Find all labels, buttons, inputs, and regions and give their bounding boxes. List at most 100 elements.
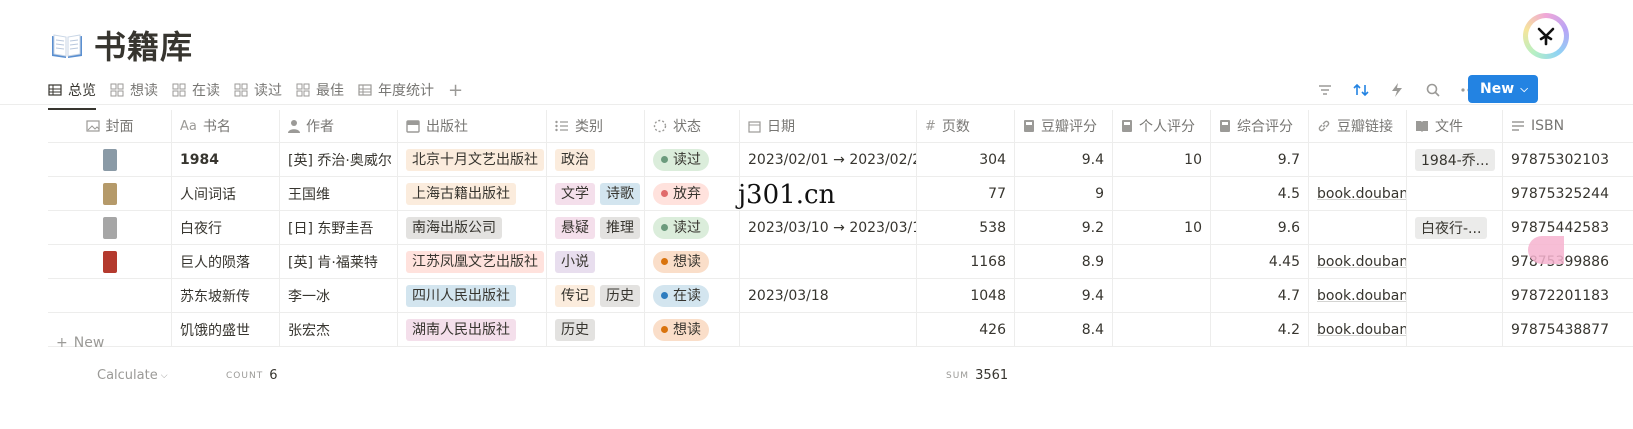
date-cell[interactable] [740,313,917,346]
sort-icon[interactable] [1352,81,1370,99]
category-tag[interactable]: 历史 [600,284,640,307]
book-cover-thumbnail[interactable] [102,182,117,205]
category-tag[interactable]: 悬疑 [555,216,595,239]
column-header-personal-score[interactable]: 个人评分 [1113,110,1211,142]
column-header-file[interactable]: 文件 [1407,110,1503,142]
category-tag[interactable]: 历史 [555,318,595,341]
isbn-cell[interactable]: 97875442583 [1503,211,1633,244]
column-header-douban-score[interactable]: 豆瓣评分 [1015,110,1113,142]
file-cell[interactable] [1407,279,1503,312]
douban-score-cell[interactable]: 9.2 [1015,211,1113,244]
isbn-cell[interactable]: 97875438877 [1503,313,1633,346]
douban-link-cell[interactable] [1309,211,1407,244]
douban-score-cell[interactable]: 9.4 [1015,143,1113,176]
publisher-tag[interactable]: 北京十月文艺出版社 [406,148,544,171]
personal-score-cell[interactable] [1113,245,1211,278]
author-cell[interactable]: 李一冰 [280,279,398,312]
isbn-cell[interactable]: 97875325244 [1503,177,1633,210]
status-cell[interactable]: 读过 [645,143,740,176]
douban-link[interactable]: book.douban.c [1317,254,1406,270]
author-cell[interactable]: 张宏杰 [280,313,398,346]
book-title[interactable]: 人间词话 [180,184,236,204]
column-header-author[interactable]: 作者 [280,110,398,142]
author-cell[interactable]: [日] 东野圭吾 [280,211,398,244]
douban-link-cell[interactable]: book.douban.c [1309,177,1407,210]
file-cell[interactable] [1407,313,1503,346]
table-row[interactable]: 1984 [英] 乔治·奥威尔 北京十月文艺出版社 政治 读过 2023/02/… [48,143,1633,177]
date-cell[interactable]: 2023/03/18 [740,279,917,312]
publisher-cell[interactable]: 上海古籍出版社 [398,177,547,210]
file-cell[interactable]: 白夜行-... [1407,211,1503,244]
category-cell[interactable]: 悬疑 推理 [547,211,645,244]
tab-best[interactable]: 最佳 [296,76,344,104]
cover-cell[interactable] [48,245,172,278]
column-header-publisher[interactable]: 出版社 [398,110,547,142]
cover-cell[interactable] [48,143,172,176]
book-title[interactable]: 饥饿的盛世 [180,320,250,340]
date-cell[interactable]: 2023/02/01 → 2023/02/24 [740,143,917,176]
pages-cell[interactable]: 77 [917,177,1015,210]
tab-want-to-read[interactable]: 想读 [110,76,158,104]
column-header-title[interactable]: Aa 书名 [172,110,280,142]
book-cover-thumbnail[interactable] [102,216,117,239]
book-title[interactable]: 苏东坡新传 [180,286,250,306]
cover-cell[interactable] [48,279,172,312]
author-cell[interactable]: 王国维 [280,177,398,210]
status-badge[interactable]: 读过 [653,148,709,171]
file-cell[interactable]: 1984-乔... [1407,143,1503,176]
status-cell[interactable]: 想读 [645,245,740,278]
date-cell[interactable]: 2023/03/10 → 2023/03/13 [740,211,917,244]
book-title[interactable]: 巨人的陨落 [180,252,250,272]
tab-annual-stats[interactable]: 年度统计 [358,76,434,104]
tab-reading[interactable]: 在读 [172,76,220,104]
status-cell[interactable]: 在读 [645,279,740,312]
table-row[interactable]: 人间词话 王国维 上海古籍出版社 文学 诗歌 放弃 77 9 4.5 book.d… [48,177,1633,211]
douban-link[interactable]: book.douban.c [1317,288,1406,304]
book-title[interactable]: 1984 [180,152,219,168]
book-cover-thumbnail[interactable] [102,250,117,273]
pages-cell[interactable]: 1168 [917,245,1015,278]
douban-link[interactable]: book.douban.c [1317,322,1406,338]
personal-score-cell[interactable] [1113,313,1211,346]
publisher-cell[interactable]: 北京十月文艺出版社 [398,143,547,176]
total-score-cell[interactable]: 9.7 [1211,143,1309,176]
publisher-tag[interactable]: 上海古籍出版社 [406,182,516,205]
total-score-cell[interactable]: 4.5 [1211,177,1309,210]
category-cell[interactable]: 历史 [547,313,645,346]
personal-score-cell[interactable] [1113,279,1211,312]
category-cell[interactable]: 小说 [547,245,645,278]
publisher-cell[interactable]: 南海出版公司 [398,211,547,244]
category-cell[interactable]: 政治 [547,143,645,176]
status-badge[interactable]: 读过 [653,216,709,239]
table-row[interactable]: 白夜行 [日] 东野圭吾 南海出版公司 悬疑 推理 读过 2023/03/10 →… [48,211,1633,245]
column-header-total-score[interactable]: 综合评分 [1211,110,1309,142]
title-cell[interactable]: 苏东坡新传 [172,279,280,312]
file-cell[interactable] [1407,245,1503,278]
total-score-cell[interactable]: 9.6 [1211,211,1309,244]
status-badge[interactable]: 在读 [653,284,709,307]
column-header-status[interactable]: 状态 [645,110,740,142]
column-header-douban-link[interactable]: 豆瓣链接 [1309,110,1407,142]
title-cell[interactable]: 1984 [172,143,280,176]
pages-cell[interactable]: 304 [917,143,1015,176]
table-row[interactable]: 巨人的陨落 [英] 肯·福莱特 江苏凤凰文艺出版社 小说 想读 1168 8.9… [48,245,1633,279]
title-cell[interactable]: 人间词话 [172,177,280,210]
category-cell[interactable]: 传记 历史 [547,279,645,312]
cover-cell[interactable] [48,211,172,244]
tab-overview[interactable]: 总览 [48,76,96,110]
publisher-tag[interactable]: 湖南人民出版社 [406,318,516,341]
pages-cell[interactable]: 426 [917,313,1015,346]
column-header-category[interactable]: 类别 [547,110,645,142]
douban-score-cell[interactable]: 8.9 [1015,245,1113,278]
automation-lightning-icon[interactable] [1388,81,1406,99]
title-cell[interactable]: 巨人的陨落 [172,245,280,278]
isbn-cell[interactable]: 97875399886 [1503,245,1633,278]
count-calculation[interactable]: COUNT 6 [226,368,277,383]
personal-score-cell[interactable]: 10 [1113,143,1211,176]
column-header-isbn[interactable]: ISBN [1503,110,1633,142]
total-score-cell[interactable]: 4.7 [1211,279,1309,312]
file-cell[interactable] [1407,177,1503,210]
floating-helper-bubble[interactable] [1528,236,1564,264]
title-cell[interactable]: 饥饿的盛世 [172,313,280,346]
date-cell[interactable] [740,245,917,278]
